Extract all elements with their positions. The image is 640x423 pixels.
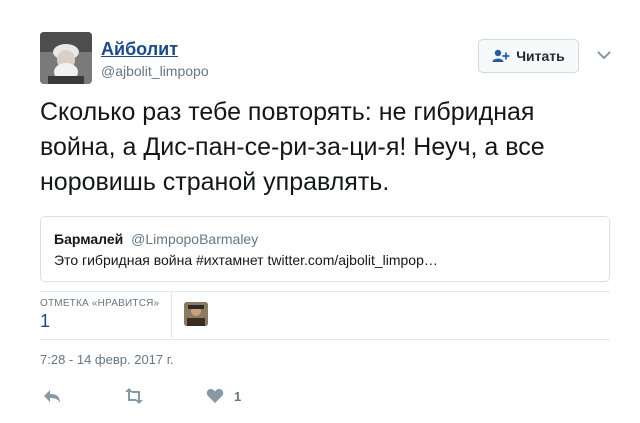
follow-button[interactable]: Читать bbox=[478, 39, 579, 73]
author-name[interactable]: Айболит bbox=[101, 39, 178, 60]
retweet-button[interactable] bbox=[123, 386, 145, 406]
likes-label: ОТМЕТКА «НРАВИТСЯ» bbox=[40, 298, 160, 309]
liker-avatar[interactable] bbox=[184, 302, 208, 326]
author-avatar[interactable] bbox=[40, 32, 92, 84]
reply-icon bbox=[44, 390, 60, 403]
quote-author-handle: @LimpopoBarmaley bbox=[131, 231, 259, 247]
quote-author: Бармалей @LimpopoBarmaley bbox=[54, 231, 258, 247]
quote-text: Это гибридная война #ихтамнет twitter.co… bbox=[54, 252, 438, 268]
quoted-tweet[interactable]: Бармалей @LimpopoBarmaley Это гибридная … bbox=[40, 216, 610, 282]
retweet-icon bbox=[125, 388, 143, 404]
add-user-icon bbox=[492, 49, 510, 62]
like-count: 1 bbox=[234, 388, 242, 404]
tweet-text: Сколько раз тебе повторять: не гибридная… bbox=[40, 98, 545, 196]
divider bbox=[40, 339, 610, 340]
author-handle[interactable]: @ajbolit_limpopo bbox=[101, 63, 209, 79]
follow-label: Читать bbox=[516, 48, 565, 64]
likes-count[interactable]: 1 bbox=[40, 311, 50, 332]
stats-separator bbox=[171, 292, 172, 338]
like-button[interactable]: 1 bbox=[206, 386, 241, 406]
quote-author-name: Бармалей bbox=[54, 231, 124, 247]
heart-icon bbox=[206, 389, 224, 403]
reply-button[interactable] bbox=[42, 386, 62, 406]
timestamp[interactable]: 7:28 - 14 февр. 2017 г. bbox=[40, 352, 174, 367]
chevron-down-icon[interactable] bbox=[595, 47, 613, 63]
divider bbox=[40, 291, 610, 292]
